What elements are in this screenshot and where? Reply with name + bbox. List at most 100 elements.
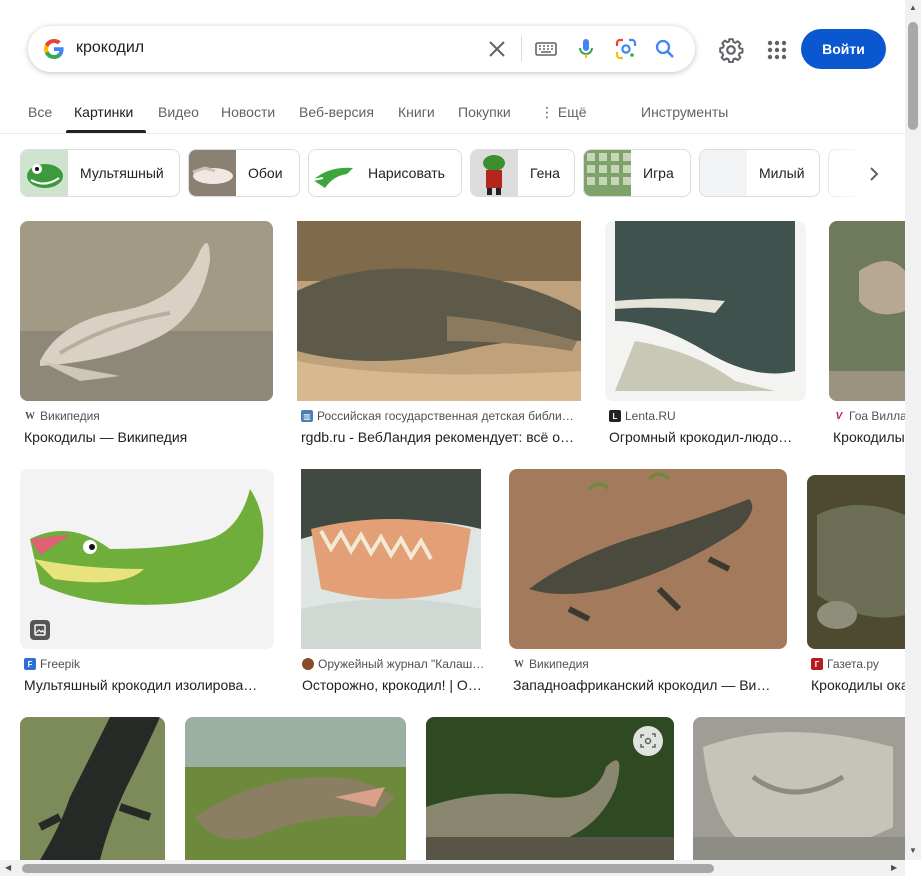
crocodile-image [829,221,905,401]
tab-tools[interactable]: Инструменты [641,104,728,120]
crocodile-image [297,221,581,401]
crocodile-image [185,717,406,860]
scroll-down-arrow-icon[interactable]: ▼ [909,846,917,855]
tab-all[interactable]: Все [28,104,52,120]
result-title[interactable]: Крокодилы ока [811,677,909,693]
settings-gear-icon[interactable] [718,37,744,63]
freepik-favicon-icon: F [24,658,36,670]
lenta-favicon-icon: L [609,410,621,422]
result-source[interactable]: ▥ Российская государственная детская биб… [301,409,583,423]
tab-more[interactable]: ⋮ Ещё [540,104,587,121]
horizontal-scrollbar-thumb[interactable] [22,864,714,873]
search-icon[interactable] [653,37,677,61]
result-title[interactable]: Западноафриканский крокодил — Ви… [513,677,789,693]
chip-gena[interactable]: Гена [470,149,575,197]
wikipedia-favicon-icon: W [25,410,35,422]
result-thumbnail[interactable] [807,475,905,649]
result-thumbnail[interactable] [20,717,165,860]
image-result[interactable]: Г Газета.ру Крокодилы ока [807,469,909,699]
google-lens-icon[interactable] [614,37,638,61]
result-source[interactable]: L Lenta.RU [609,409,809,423]
tab-videos[interactable]: Видео [158,104,199,120]
result-source[interactable]: F Freepik [24,657,276,671]
result-title[interactable]: Огромный крокодил-людо… [609,429,809,445]
chip-wallpapers[interactable]: Обои [188,149,300,197]
keyboard-icon[interactable] [534,37,558,61]
result-title[interactable]: Осторожно, крокодил! | О… [302,677,488,693]
vertical-scrollbar-thumb[interactable] [908,22,918,130]
scroll-left-arrow-icon[interactable]: ◀ [5,863,11,872]
image-result[interactable] [426,717,674,860]
search-input[interactable] [76,39,456,57]
wikipedia-favicon-icon: W [514,658,524,670]
chip-thumbnail [471,150,518,196]
visual-search-button[interactable] [633,726,663,756]
result-thumbnail[interactable] [605,221,806,401]
result-source[interactable]: Оружейный журнал "Калаш… [302,657,488,671]
tab-books[interactable]: Книги [398,104,435,120]
result-source[interactable]: W Википедия [513,657,789,671]
chip-label: Игра [643,165,674,181]
search-box[interactable] [28,26,695,72]
login-button[interactable]: Войти [801,29,886,69]
result-thumbnail[interactable] [297,221,581,401]
tab-news[interactable]: Новости [221,104,275,120]
chip-draw[interactable]: Нарисовать [308,149,462,197]
chip-label: Гена [530,165,560,181]
chip-label: Обои [248,165,283,181]
image-result[interactable] [185,717,406,860]
chip-thumbnail [309,150,356,196]
result-source[interactable]: V Гоа Вилла [833,409,909,423]
chips-next-button[interactable] [857,157,891,191]
image-result[interactable]: L Lenta.RU Огромный крокодил-людо… [605,221,806,451]
chip-cartoon[interactable]: Мультяшный [20,149,180,197]
image-result[interactable]: W Википедия Крокодилы — Википедия [20,221,273,451]
image-result[interactable]: F Freepik Мультяшный крокодил изолирова… [20,469,274,699]
scroll-right-arrow-icon[interactable]: ▶ [891,863,897,872]
result-title[interactable]: Мультяшный крокодил изолирова… [24,677,276,693]
source-name: Российская государственная детская библи… [317,409,574,423]
clear-icon[interactable] [485,37,509,61]
source-name: Оружейный журнал "Калаш… [318,657,485,671]
rgdb-favicon-icon: ▥ [301,410,313,422]
image-result[interactable]: W Википедия Западноафриканский крокодил … [509,469,787,699]
google-apps-grid-icon[interactable] [765,38,789,62]
result-thumbnail[interactable] [509,469,787,649]
result-source[interactable]: W Википедия [24,409,274,423]
chip-thumbnail [700,150,747,196]
microphone-icon[interactable] [574,37,598,61]
image-result[interactable]: ▥ Российская государственная детская биб… [297,221,581,451]
image-type-badge [30,620,50,640]
source-name: Википедия [529,657,589,671]
result-thumbnail[interactable] [693,717,905,860]
image-icon [34,624,46,636]
result-thumbnail[interactable] [185,717,406,860]
result-title[interactable]: rgdb.ru - ВебЛандия рекомендует: всё о… [301,429,583,445]
crocodile-image [20,717,165,860]
image-result[interactable] [693,717,905,860]
chevron-right-icon [870,167,879,181]
result-source[interactable]: Г Газета.ру [811,657,909,671]
image-result[interactable]: Оружейный журнал "Калаш… Осторожно, крок… [298,469,484,699]
chip-thumbnail [189,150,236,196]
chip-cute[interactable]: Милый [699,149,820,197]
result-thumbnail[interactable] [829,221,905,401]
chip-game[interactable]: Игра [583,149,691,197]
image-result[interactable]: V Гоа Вилла Крокодилы [829,221,907,451]
tab-web[interactable]: Веб-версия [299,104,374,120]
crocodile-image [509,469,787,649]
result-title[interactable]: Крокодилы — Википедия [24,429,274,445]
scroll-up-arrow-icon[interactable]: ▲ [909,3,917,12]
tab-shopping[interactable]: Покупки [458,104,511,120]
tab-images[interactable]: Картинки [74,104,133,120]
source-name: Freepik [40,657,81,671]
chip-thumbnail [21,150,68,196]
result-thumbnail[interactable] [301,469,487,649]
crocodile-image [807,475,905,649]
active-tab-indicator [66,130,146,133]
result-thumbnail[interactable] [20,221,273,401]
image-result[interactable] [20,717,165,860]
result-thumbnail[interactable] [426,717,674,860]
result-thumbnail[interactable] [20,469,274,649]
result-title[interactable]: Крокодилы [833,429,909,445]
